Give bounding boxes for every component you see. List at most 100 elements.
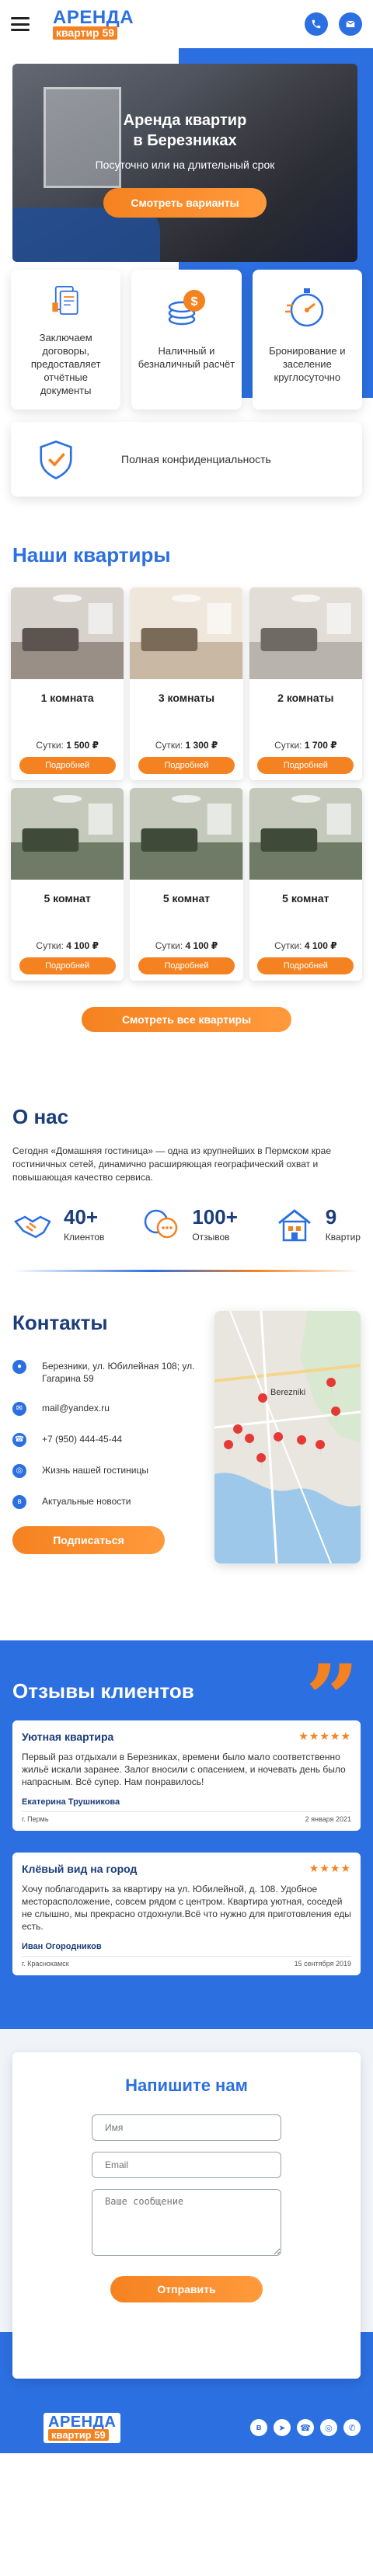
phone-icon: ☎: [12, 1433, 26, 1447]
view-options-button[interactable]: Смотреть варианты: [103, 188, 267, 218]
telegram-icon[interactable]: ➤: [274, 2419, 291, 2436]
review-city: г. Краснокамск: [22, 1960, 69, 1968]
contact-email[interactable]: ✉ mail@yandex.ru: [12, 1402, 197, 1416]
about-section: О нас Сегодня «Домашняя гостиница» — одн…: [0, 1105, 373, 1272]
apartment-card: 5 комнат Сутки: 4 100 ₽ Подробней: [249, 788, 362, 981]
feature-card: Бронирование и заселение круглосуточно: [252, 270, 362, 410]
apartment-name: 5 комнат: [162, 892, 211, 905]
contact-vk[interactable]: в Актуальные новости: [12, 1495, 197, 1509]
apartment-price: Сутки: 4 100 ₽: [36, 940, 99, 951]
review-card: Клёвый вид на город ★★★★ Хочу поблагодар…: [12, 1853, 361, 1975]
apartments-section: Наши квартиры 1 комната Сутки: 1 500 ₽ Под…: [0, 543, 373, 1032]
contact-form-section: Напишите нам Отправить: [0, 2029, 373, 2402]
message-textarea[interactable]: [92, 2189, 281, 2256]
stat-label: Отзывов: [192, 1232, 230, 1243]
svg-text:$: $: [191, 295, 198, 308]
documents-icon: [52, 285, 78, 315]
stat-reviews: 100+ Отзывов: [141, 1206, 238, 1243]
name-input[interactable]: [92, 2114, 281, 2141]
apartments-title: Наши квартиры: [12, 543, 171, 566]
apartment-photo: [130, 788, 243, 880]
map[interactable]: Berezniki: [214, 1311, 361, 1563]
about-text: Сегодня «Домашняя гостиница» — одна из к…: [12, 1145, 332, 1183]
section-divider: [12, 1270, 361, 1272]
contacts-list: ● Березники, ул. Юбилейная 108; ул. Гага…: [0, 1360, 210, 1509]
viber-icon[interactable]: ☎: [297, 2419, 314, 2436]
stat-label: Клиентов: [64, 1232, 105, 1243]
apartment-price: Сутки: 1 300 ₽: [155, 740, 218, 751]
feature-text: Полная конфиденциальность: [121, 452, 271, 465]
apartment-photo: [11, 587, 124, 679]
apartment-name: 5 комнат: [282, 892, 329, 905]
apartment-details-button[interactable]: Подробней: [19, 757, 116, 774]
shield-check-icon: [40, 440, 72, 479]
apartments-grid: 1 комната Сутки: 1 500 ₽ Подробней 3 комнат…: [0, 587, 373, 981]
send-button[interactable]: Отправить: [110, 2276, 263, 2302]
contacts-section: Контакты ● Березники, ул. Юбилейная 108;…: [0, 1311, 373, 1578]
logo-top: АРЕНДА: [48, 2413, 117, 2431]
features-grid: Заключаем договоры, предоставляет отчётн…: [0, 270, 373, 410]
handshake-icon: [14, 1215, 51, 1239]
hero-banner: Аренда квартир в Березниках Посуточно ил…: [12, 64, 357, 262]
map-city-label: Berezniki: [270, 1388, 305, 1397]
logo-top: АРЕНДА: [53, 6, 134, 28]
review-title: Клёвый вид на город: [22, 1862, 138, 1875]
stat-label: Квартир: [325, 1232, 361, 1243]
feature-card: $ Наличный и безналичный расчёт: [131, 270, 242, 410]
review-text: Первый раз отдыхали в Березниках, времен…: [22, 1752, 346, 1787]
contact-instagram[interactable]: ◎ Жизнь нашей гостиницы: [12, 1464, 197, 1478]
apartment-details-button[interactable]: Подробней: [257, 957, 354, 974]
review-author: Екатерина Трушникова: [22, 1797, 120, 1807]
review-city: г. Пермь: [22, 1815, 49, 1823]
review-author: Иван Огородников: [22, 1942, 102, 1951]
review-title: Уютная квартира: [22, 1730, 114, 1743]
instagram-icon[interactable]: ◎: [320, 2419, 337, 2436]
stopwatch-icon: [285, 288, 324, 327]
apartment-card: 5 комнат Сутки: 4 100 ₽ Подробней: [130, 788, 243, 981]
stat-number: 9: [325, 1205, 337, 1229]
logo[interactable]: АРЕНДА квартир 59: [53, 6, 134, 40]
apartment-price: Сутки: 1 700 ₽: [274, 740, 337, 751]
apartment-name: 2 комнаты: [277, 692, 334, 704]
apartment-details-button[interactable]: Подробней: [257, 757, 354, 774]
hero-title: Аренда квартир в Березниках: [123, 112, 247, 149]
apartment-card: 5 комнат Сутки: 4 100 ₽ Подробней: [11, 788, 124, 981]
logo-bottom: квартир 59: [48, 2428, 109, 2441]
subscribe-button[interactable]: Подписаться: [12, 1526, 165, 1554]
email-icon: ✉: [12, 1402, 26, 1416]
reviews-section: ” Отзывы клиентов Уютная квартира ★★★★★ …: [0, 1640, 373, 2029]
stat-number: 40+: [64, 1205, 99, 1229]
review-date: 15 сентября 2019: [294, 1960, 351, 1968]
email-input[interactable]: [92, 2152, 281, 2178]
feature-text: Наличный и безналичный расчёт: [138, 345, 235, 370]
instagram-icon: ◎: [12, 1464, 26, 1478]
stat-apartments: 9 Квартир: [274, 1206, 361, 1243]
apartment-name: 1 комната: [40, 692, 94, 704]
hero-subtitle: Посуточно или на длительный срок: [95, 159, 275, 171]
stat-clients: 40+ Клиентов: [12, 1206, 104, 1243]
vk-icon[interactable]: в: [250, 2419, 267, 2436]
phone-icon[interactable]: [305, 12, 328, 36]
footer-logo[interactable]: АРЕНДА квартир 59: [44, 2412, 121, 2443]
contact-phone[interactable]: ☎ +7 (950) 444-45-44: [12, 1433, 197, 1447]
logo-bottom: квартир 59: [53, 26, 118, 40]
menu-burger-icon[interactable]: [11, 17, 30, 31]
apartment-card: 3 комнаты Сутки: 1 300 ₽ Подробней: [130, 587, 243, 780]
apartment-details-button[interactable]: Подробней: [138, 757, 235, 774]
review-card: Уютная квартира ★★★★★ Первый раз отдыхал…: [12, 1720, 361, 1831]
apartment-card: 1 комната Сутки: 1 500 ₽ Подробней: [11, 587, 124, 780]
review-date: 2 января 2021: [305, 1815, 351, 1823]
rating-stars: ★★★★: [309, 1862, 351, 1874]
header: АРЕНДА квартир 59: [0, 0, 373, 48]
review-text: Хочу поблагодарить за квартиру на ул. Юб…: [22, 1884, 351, 1932]
feature-text: Заключаем договоры, предоставляет отчётн…: [30, 332, 101, 396]
apartment-details-button[interactable]: Подробней: [138, 957, 235, 974]
mail-icon[interactable]: [339, 12, 362, 36]
apartment-price: Сутки: 4 100 ₽: [155, 940, 218, 951]
apartment-name: 3 комнаты: [158, 692, 215, 704]
apartment-details-button[interactable]: Подробней: [19, 957, 116, 974]
whatsapp-icon[interactable]: ✆: [343, 2419, 361, 2436]
view-all-apartments-button[interactable]: Смотреть все квартиры: [82, 1007, 291, 1032]
apartment-price: Сутки: 1 500 ₽: [36, 740, 99, 751]
apartment-photo: [130, 587, 243, 679]
